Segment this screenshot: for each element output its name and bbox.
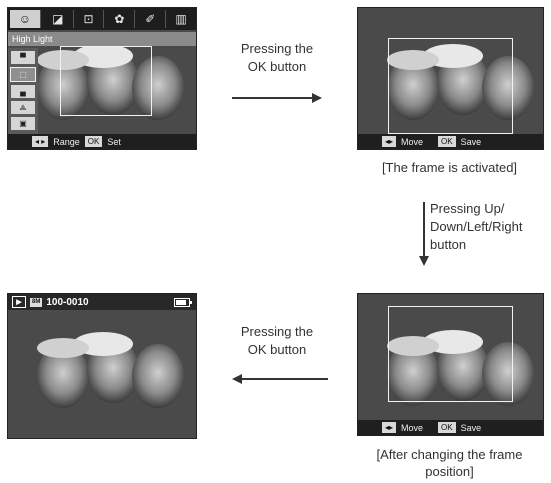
bottom-bar: ◂▸ Move OK Save — [358, 134, 543, 149]
menu-title: High Light — [8, 32, 196, 46]
camera-screen-frame-moved: ◂▸ Move OK Save — [357, 293, 544, 436]
highlight-option-3-icon[interactable]: ▄ — [11, 85, 35, 98]
edit-icon[interactable]: ✐ — [135, 10, 167, 28]
step-label-press-ok-1: Pressing the OK button — [222, 40, 332, 76]
left-right-icon: ◂ ▸ — [32, 136, 49, 147]
set-label: Set — [107, 136, 121, 147]
frame-icon[interactable]: ◪ — [43, 10, 74, 28]
arrow-left — [242, 378, 328, 380]
caption-frame-activated: [The frame is activated] — [381, 160, 518, 175]
caption-line: position] — [425, 464, 474, 479]
ok-key-icon: OK — [438, 422, 456, 433]
highlight-option-5-icon[interactable]: ▣ — [11, 117, 35, 130]
bottom-bar: ◂▸ Move OK Save — [358, 420, 543, 435]
face-icon[interactable]: ☺ — [10, 10, 41, 28]
palette-icon[interactable]: ✿ — [104, 10, 136, 28]
move-dpad-icon: ◂▸ — [382, 136, 397, 147]
move-dpad-icon: ◂▸ — [382, 422, 397, 433]
camera-effect-icon[interactable]: ⊡ — [74, 10, 105, 28]
label-line: Pressing Up/ — [430, 201, 505, 216]
arrow-down-head — [419, 256, 429, 266]
highlight-frame — [60, 46, 152, 116]
save-label: Save — [460, 136, 482, 147]
label-line: Down/Left/Right — [430, 219, 523, 234]
highlight-frame — [388, 38, 513, 134]
label-line: Pressing the — [240, 41, 314, 56]
save-label: Save — [460, 422, 482, 433]
battery-icon — [174, 298, 192, 307]
highlight-option-2-icon[interactable]: ⬚ — [10, 67, 36, 82]
range-label: Range — [53, 136, 80, 147]
step-label-press-directions: Pressing Up/ Down/Left/Right button — [430, 200, 550, 254]
arrow-down — [423, 202, 425, 256]
photo-three-girls — [8, 294, 196, 438]
arrow-left-head — [232, 374, 242, 384]
camera-screen-highlight-menu: ☺ ◪ ⊡ ✿ ✐ ▥ High Light ▀ ⬚ ▄ ⟁ ▣ ◂ ▸ Ran… — [7, 7, 197, 150]
highlight-option-4-icon[interactable]: ⟁ — [11, 101, 35, 114]
step-label-press-ok-2: Pressing the OK button — [222, 323, 332, 359]
highlight-frame — [388, 306, 513, 402]
side-panel: ▀ ⬚ ▄ ⟁ ▣ — [8, 48, 38, 134]
camera-screen-frame-activated: ◂▸ Move OK Save — [357, 7, 544, 150]
ok-key-icon: OK — [438, 136, 456, 147]
file-number: 100-0010 — [46, 296, 89, 308]
move-label: Move — [401, 422, 424, 433]
highlight-option-1-icon[interactable]: ▀ — [11, 51, 35, 64]
battery-fill — [176, 300, 187, 305]
label-line: button — [430, 237, 467, 252]
film-icon[interactable]: ▥ — [166, 10, 196, 28]
playback-top-bar: ▶ 8M 100-0010 — [8, 294, 196, 310]
label-line: Pressing the — [240, 324, 314, 339]
move-label: Move — [401, 136, 424, 147]
label-line: OK button — [247, 59, 307, 74]
camera-screen-playback: ▶ 8M 100-0010 — [7, 293, 197, 439]
arrow-right-head — [312, 93, 322, 103]
play-icon: ▶ — [12, 296, 26, 308]
bottom-bar: ◂ ▸ Range OK Set — [8, 134, 196, 149]
label-line: OK button — [247, 342, 307, 357]
caption-line: [After changing the frame — [376, 447, 523, 462]
caption-frame-changed: [After changing the frame position] — [357, 446, 542, 480]
ok-key-icon: OK — [84, 136, 103, 147]
resolution-icon: 8M — [30, 297, 43, 307]
arrow-right — [232, 97, 312, 99]
menu-bar: ☺ ◪ ⊡ ✿ ✐ ▥ — [8, 8, 196, 30]
